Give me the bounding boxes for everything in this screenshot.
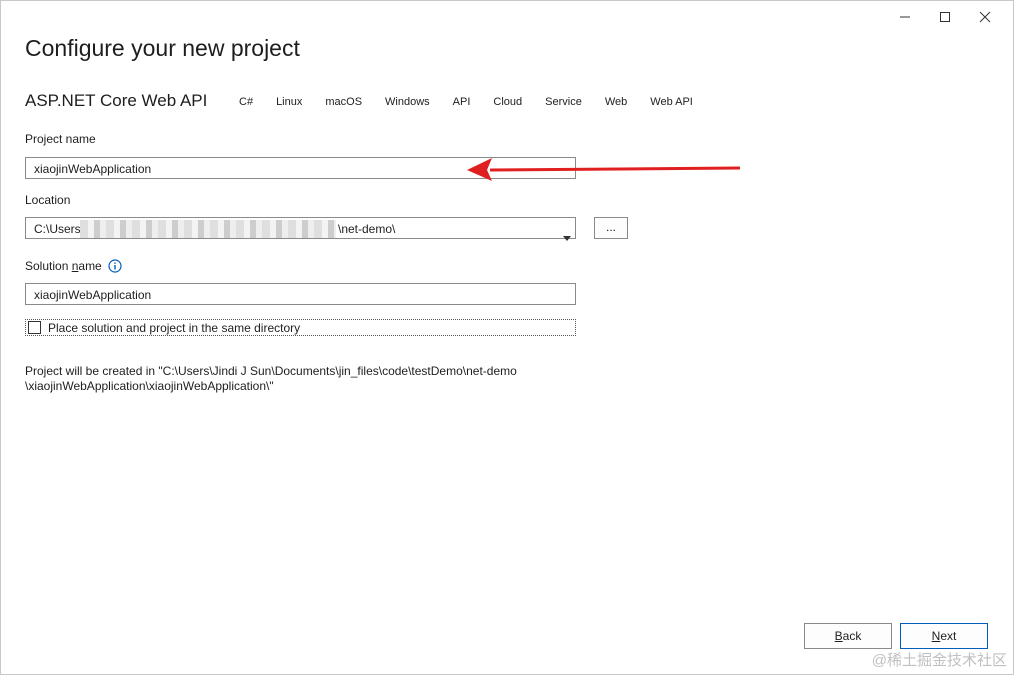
back-button-mnemonic: B — [834, 629, 843, 643]
close-icon[interactable] — [965, 7, 1005, 27]
solution-name-input[interactable]: xiaojinWebApplication — [25, 283, 576, 305]
next-button-label: ext — [940, 629, 957, 643]
window-controls — [885, 7, 1005, 27]
maximize-icon[interactable] — [925, 7, 965, 27]
template-tag: macOS — [317, 93, 371, 111]
project-name-label: Project name — [25, 132, 96, 146]
browse-button[interactable]: ... — [594, 217, 628, 239]
template-tag: C# — [231, 93, 262, 111]
same-directory-option[interactable]: Place solution and project in the same d… — [25, 319, 576, 336]
template-tag: Linux — [268, 93, 311, 111]
chevron-down-icon[interactable] — [563, 226, 571, 248]
summary-line-1: Project will be created in "C:\Users\Jin… — [25, 364, 517, 378]
template-name: ASP.NET Core Web API — [25, 91, 208, 110]
summary-line-2: \xiaojinWebApplication\xiaojinWebApplica… — [25, 379, 274, 393]
template-tag: Service — [537, 93, 590, 111]
template-tag: Web — [596, 93, 636, 111]
project-name-input[interactable]: xiaojinWebApplication — [25, 157, 576, 179]
solution-name-label-prefix: Solution — [25, 259, 72, 273]
dialog-window: Configure your new project ASP.NET Core … — [0, 0, 1014, 675]
minimize-icon[interactable] — [885, 7, 925, 27]
template-tag: API — [444, 93, 479, 111]
solution-name-label: Solution name — [25, 259, 102, 273]
template-tag: Windows — [377, 93, 438, 111]
back-button-label: ack — [842, 629, 862, 643]
template-tags: C# Linux macOS Windows API Cloud Service… — [231, 91, 708, 111]
template-tag: Web API — [642, 93, 701, 111]
next-button[interactable]: Next — [900, 623, 988, 649]
project-location-summary: Project will be created in "C:\Users\Jin… — [25, 364, 517, 394]
redacted-path — [80, 220, 336, 238]
same-directory-checkbox[interactable] — [28, 321, 41, 334]
solution-name-label-suffix: ame — [78, 259, 102, 273]
watermark: @稀土掘金技术社区 — [871, 652, 1007, 669]
location-value-start: C:\Users — [34, 222, 81, 236]
template-tag: Cloud — [485, 93, 531, 111]
back-button[interactable]: Back — [804, 623, 892, 649]
same-directory-label: Place solution and project in the same d… — [48, 321, 301, 335]
location-label: Location — [25, 193, 71, 207]
page-title: Configure your new project — [25, 35, 300, 61]
location-value-end: \net-demo\ — [338, 222, 396, 236]
location-combobox[interactable]: C:\Users \net-demo\ — [25, 217, 576, 241]
info-icon[interactable] — [108, 259, 122, 278]
